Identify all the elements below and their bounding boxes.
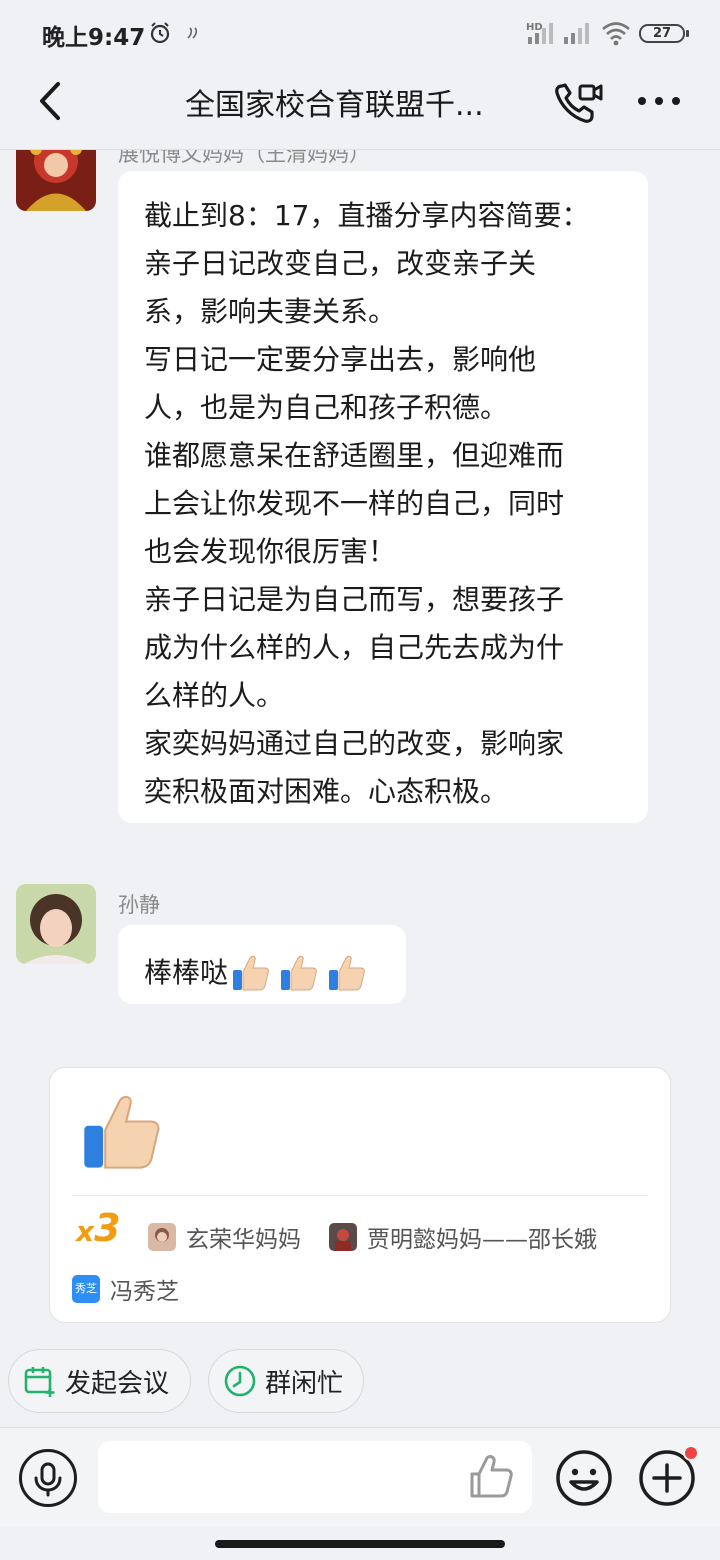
message-line: 谁都愿意呆在舒适圈里，但迎难而: [144, 439, 565, 472]
phone-video-icon[interactable]: [552, 78, 606, 126]
message-line: 上会让你发现不一样的自己，同时: [144, 487, 565, 520]
thumbs-up-icon: [233, 955, 269, 990]
microphone-icon: [34, 1462, 62, 1497]
signal-strength-icon: [564, 23, 589, 44]
message-line: 亲子日记改变自己，改变亲子关: [144, 247, 537, 280]
sender-name: 展悦博文妈妈（王清妈妈）: [118, 150, 370, 166]
message-line: 截止到8：17，直播分享内容简要：: [144, 199, 590, 232]
status-bar: 晚上9:47 HD 27: [0, 0, 720, 66]
reactor[interactable]: 贾明懿妈妈——邵长娥: [329, 1220, 597, 1254]
signal-strength-icon: [528, 23, 553, 44]
chip-label: 发起会议: [65, 1368, 170, 1399]
group-availability-button[interactable]: 群闲忙: [208, 1349, 364, 1413]
chevron-left-icon[interactable]: [30, 78, 74, 124]
calendar-add-icon: [24, 1367, 55, 1397]
start-meeting-button[interactable]: 发起会议: [8, 1349, 191, 1413]
more-dots-icon[interactable]: [634, 86, 684, 116]
message-line: 人，也是为自己和孩子积德。: [144, 391, 509, 424]
avatar: [329, 1223, 357, 1251]
thumbs-up-icon: [329, 955, 365, 990]
message-text: 棒棒哒: [144, 955, 229, 989]
chip-label: 群闲忙: [265, 1368, 344, 1399]
thumbs-up-icon: [281, 955, 317, 990]
reactor[interactable]: 玄荣华妈妈: [148, 1220, 301, 1254]
reactor-name: 玄荣华妈妈: [186, 1227, 301, 1253]
reaction-card[interactable]: x3 玄荣华妈妈 贾明懿妈妈——邵长娥 秀芝 冯秀芝: [49, 1067, 671, 1323]
message-line: 亲子日记是为自己而写，想要孩子: [144, 583, 565, 616]
message-line: 成为什么样的人，自己先去成为什: [144, 631, 565, 664]
reactor[interactable]: 秀芝 冯秀芝: [72, 1272, 179, 1306]
message-bubble[interactable]: 棒棒哒: [118, 925, 406, 1004]
thumbs-up-icon[interactable]: [466, 1452, 516, 1502]
reaction-count: x3: [76, 1206, 121, 1250]
message-line: 奕积极面对困难。心态积极。: [144, 775, 509, 808]
battery-indicator: 27: [639, 24, 689, 43]
avatar: [148, 1223, 176, 1251]
home-indicator[interactable]: [215, 1540, 505, 1548]
sender-name: 孙静: [118, 893, 160, 917]
message-bubble[interactable]: 截止到8：17，直播分享内容简要： 亲子日记改变自己，改变亲子关 系，影响夫妻关…: [118, 171, 648, 823]
status-time: 晚上9:47: [42, 25, 146, 51]
notification-dot: [683, 1445, 699, 1461]
nfc-icon: [187, 27, 198, 39]
alarm-icon: [150, 22, 170, 44]
avatar-badge: 秀芝: [72, 1275, 100, 1303]
message-line: 也会发现你很厉害！: [144, 535, 397, 568]
input-bar: [0, 1427, 720, 1527]
message-line: 写日记一定要分享出去，影响他: [144, 343, 537, 376]
message-line: 么样的人。: [144, 679, 285, 712]
voice-button[interactable]: [19, 1449, 77, 1507]
thumbs-up-icon: [84, 1095, 160, 1169]
message-list[interactable]: 展悦博文妈妈（王清妈妈） 截止到8：17，直播分享内容简要： 亲子日记改变自己，…: [0, 150, 720, 850]
emoji-icon[interactable]: [554, 1448, 614, 1508]
chat-header: 全国家校合育联盟千...: [0, 66, 720, 150]
message-line: 系，影响夫妻关系。: [144, 295, 397, 328]
reactor-name: 贾明懿妈妈——邵长娥: [367, 1227, 597, 1253]
chat-title[interactable]: 全国家校合育联盟千...: [185, 80, 525, 124]
reactor-name: 冯秀芝: [110, 1279, 179, 1305]
divider: [72, 1195, 648, 1196]
message-line: 家奕妈妈通过自己的改变，影响家: [144, 727, 565, 760]
avatar[interactable]: [16, 150, 96, 211]
wifi-icon: [602, 22, 630, 46]
avatar[interactable]: [16, 884, 96, 964]
clock-icon: [224, 1365, 256, 1397]
